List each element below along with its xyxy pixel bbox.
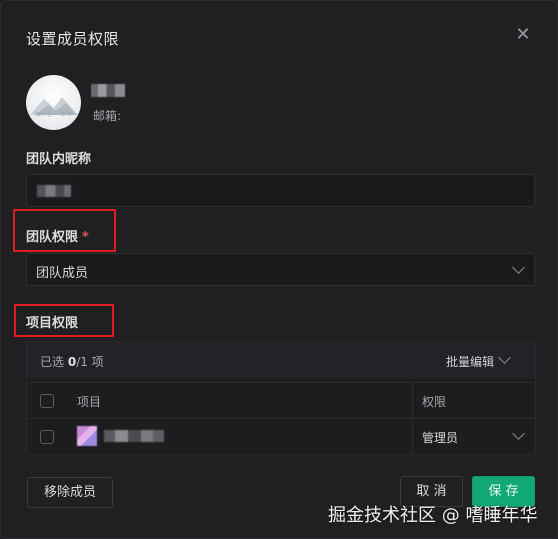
avatar: 知行 合 一 读 书 xyxy=(26,75,81,130)
team-permission-value: 团队成员 xyxy=(36,266,89,281)
member-permission-dialog: 设置成员权限 ✕ 知行 合 一 读 书 邮箱: 团队内昵称 团队权限 * 团队成员… xyxy=(0,0,558,539)
chevron-down-icon xyxy=(498,351,511,364)
table-header-row: 项目 权限 xyxy=(27,382,535,419)
avatar-caption: 知行 合 一 读 书 xyxy=(35,112,72,118)
batch-edit-dropdown[interactable]: 批量编辑 xyxy=(446,353,494,370)
selected-count: 已选 0/1 项 xyxy=(40,355,104,369)
column-divider xyxy=(412,383,413,419)
watermark: 掘金技术社区 @ 嗜睡年华 xyxy=(328,505,538,526)
member-name-redacted xyxy=(91,84,125,97)
column-header-project: 项目 xyxy=(77,395,102,409)
team-permission-label: 团队权限 * xyxy=(26,226,89,245)
project-permission-label: 项目权限 xyxy=(26,316,79,331)
chevron-down-icon xyxy=(512,427,525,440)
required-mark: * xyxy=(82,230,89,245)
email-label: 邮箱: xyxy=(93,109,122,123)
select-all-checkbox[interactable] xyxy=(40,394,54,408)
remove-member-button[interactable]: 移除成员 xyxy=(27,477,113,508)
column-divider xyxy=(412,419,413,455)
project-permission-panel: 已选 0/1 项 批量编辑 项目 权限 管理员 xyxy=(26,341,536,455)
row-checkbox[interactable] xyxy=(40,430,54,444)
team-permission-select[interactable]: 团队成员 xyxy=(26,253,535,286)
project-panel-header: 已选 0/1 项 批量编辑 xyxy=(27,342,535,378)
column-header-permission: 权限 xyxy=(422,395,447,409)
nickname-label: 团队内昵称 xyxy=(26,152,92,167)
project-name-redacted xyxy=(104,430,164,442)
mountain-icon xyxy=(30,97,78,115)
chevron-down-icon xyxy=(512,261,525,274)
close-icon[interactable]: ✕ xyxy=(513,25,533,45)
table-row: 管理员 xyxy=(27,418,535,455)
team-permission-label-text: 团队权限 xyxy=(26,230,79,245)
nickname-value-redacted xyxy=(37,185,71,197)
nickname-input[interactable] xyxy=(26,174,535,207)
dialog-title: 设置成员权限 xyxy=(26,30,120,48)
project-icon xyxy=(77,426,97,446)
row-permission-select[interactable]: 管理员 xyxy=(422,429,458,446)
